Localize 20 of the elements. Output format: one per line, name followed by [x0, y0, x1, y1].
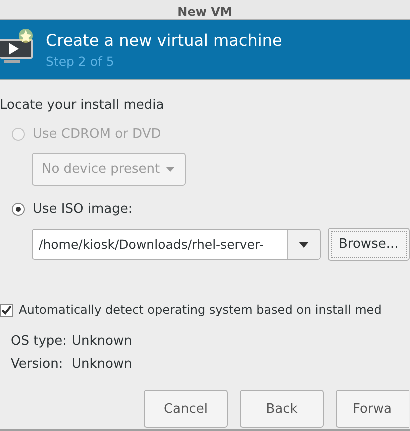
- radio-label: Use ISO image:: [33, 202, 133, 216]
- section-label: Locate your install media: [0, 98, 166, 113]
- info-label: Version:: [11, 357, 64, 372]
- browse-button[interactable]: Browse...: [328, 228, 410, 261]
- info-label: OS type:: [11, 334, 68, 349]
- info-value: Unknown: [72, 334, 134, 349]
- wizard-button[interactable]: Forwa: [336, 390, 409, 428]
- wizard-button[interactable]: Back: [240, 390, 324, 428]
- step-indicator: Step 2 of 5: [46, 54, 116, 68]
- iso-path-combo[interactable]: /home/kiosk/Downloads/rhel-server-: [32, 229, 321, 260]
- window-title: New VM: [178, 5, 232, 19]
- dropdown-arrow-icon[interactable]: [299, 242, 309, 248]
- caret-icon: [166, 167, 176, 172]
- wizard-button[interactable]: Cancel: [144, 390, 228, 428]
- auto-detect-label: Automatically detect operating system based on install med: [19, 303, 382, 317]
- info-value: Unknown: [72, 357, 134, 372]
- wizard-title: Create a new virtual machine: [46, 30, 282, 50]
- radio-button[interactable]: [12, 202, 25, 216]
- radio-label: Use CDROM or DVD: [33, 126, 162, 142]
- auto-detect-checkbox[interactable]: [0, 304, 13, 316]
